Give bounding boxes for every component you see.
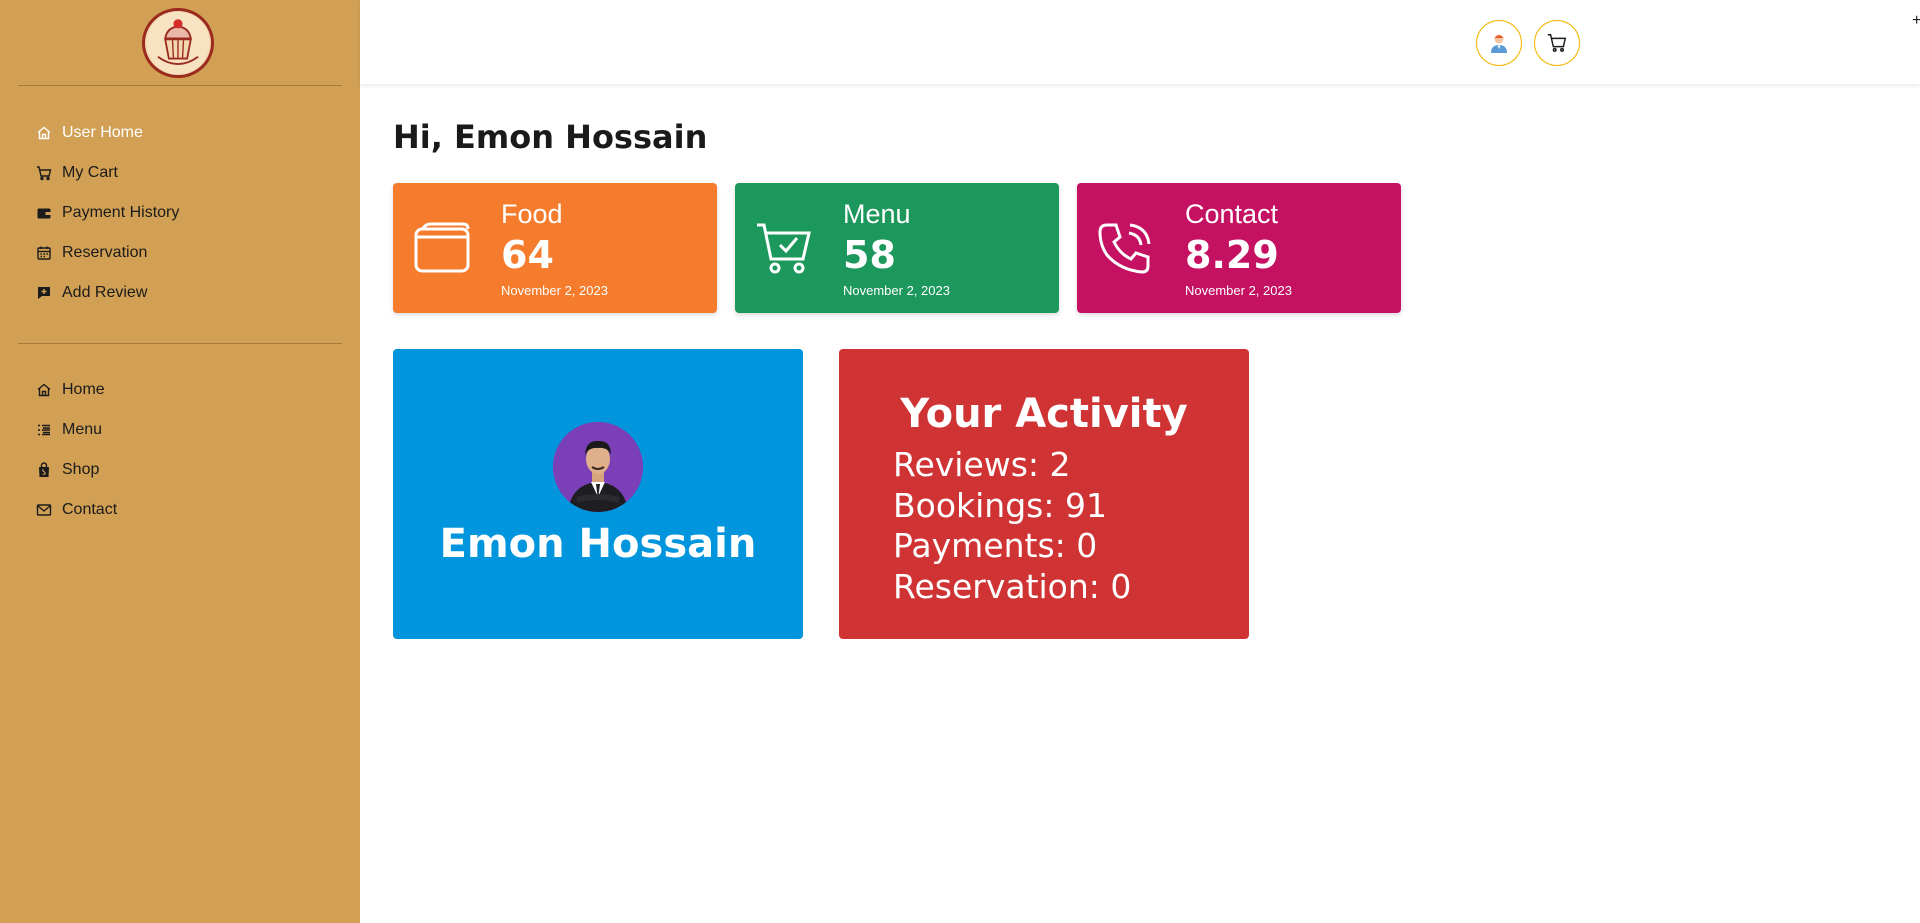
- phone-icon: [1097, 221, 1155, 275]
- dashboard-nav: User Home My Cart Payment History Reserv…: [36, 113, 179, 313]
- cart-count-badge: +12: [1912, 12, 1920, 29]
- sidebar-item-shop[interactable]: Shop: [36, 450, 117, 490]
- sidebar-item-label: Shop: [62, 461, 100, 478]
- activity-card: Your Activity Reviews: 2 Bookings: 91 Pa…: [839, 349, 1249, 639]
- sidebar-item-contact[interactable]: Contact: [36, 490, 117, 530]
- stat-card-menu[interactable]: Menu 58 November 2, 2023: [735, 183, 1059, 313]
- stat-date: November 2, 2023: [1185, 283, 1292, 298]
- sidebar-item-label: Menu: [62, 421, 103, 438]
- sidebar-item-label: Reservation: [62, 244, 148, 261]
- menu-list-icon: [36, 422, 52, 438]
- sidebar-item-menu[interactable]: Menu: [36, 410, 117, 450]
- app-root: User Home My Cart Payment History Reserv…: [0, 0, 1920, 923]
- calendar-icon: [36, 245, 52, 261]
- sidebar-item-label: User Home: [62, 124, 143, 141]
- sidebar-item-user-home[interactable]: User Home: [36, 113, 179, 153]
- page-greeting: Hi, Emon Hossain: [393, 118, 708, 156]
- avatar: [553, 422, 643, 512]
- activity-payments: Payments: 0: [893, 526, 1098, 565]
- activity-list: Reviews: 2 Bookings: 91 Payments: 0 Rese…: [893, 445, 1131, 607]
- stat-card-food[interactable]: Food 64 November 2, 2023: [393, 183, 717, 313]
- home-icon: [36, 125, 52, 141]
- cart-icon: [36, 165, 52, 181]
- sidebar-item-label: Add Review: [62, 284, 148, 301]
- wallet-icon: [413, 221, 471, 275]
- sidebar-item-home[interactable]: Home: [36, 370, 117, 410]
- sidebar-item-my-cart[interactable]: My Cart: [36, 153, 179, 193]
- stat-label: Contact: [1185, 199, 1279, 229]
- profile-card: Emon Hossain: [393, 349, 803, 639]
- wallet-icon: [36, 205, 52, 221]
- activity-reservation: Reservation: 0: [893, 566, 1132, 606]
- stat-date: November 2, 2023: [501, 283, 608, 298]
- sidebar-divider: [18, 343, 342, 344]
- envelope-icon: [36, 502, 52, 518]
- cart-icon: [1547, 34, 1567, 52]
- stat-value: 64: [501, 233, 554, 277]
- stat-value: 8.29: [1185, 233, 1279, 277]
- cupcake-logo-icon[interactable]: [142, 8, 214, 78]
- cart-button[interactable]: [1534, 20, 1580, 66]
- sidebar-item-reservation[interactable]: Reservation: [36, 233, 179, 273]
- sidebar-divider: [18, 85, 342, 86]
- top-bar: +12: [360, 0, 1920, 84]
- sidebar-item-label: Contact: [62, 501, 118, 518]
- activity-title: Your Activity: [900, 391, 1188, 437]
- stat-value: 58: [843, 233, 896, 277]
- user-avatar-icon: [1491, 34, 1507, 53]
- profile-name: Emon Hossain: [439, 521, 757, 567]
- sidebar-item-label: Payment History: [62, 204, 180, 221]
- sidebar-item-add-review[interactable]: Add Review: [36, 273, 179, 313]
- sidebar: User Home My Cart Payment History Reserv…: [0, 0, 360, 923]
- sidebar-item-label: Home: [62, 381, 105, 398]
- cart-check-icon: [755, 221, 813, 275]
- shopping-bag-icon: [36, 462, 52, 478]
- sidebar-item-payment-history[interactable]: Payment History: [36, 193, 179, 233]
- stat-label: Food: [501, 199, 563, 229]
- home-icon: [36, 382, 52, 398]
- stat-card-contact[interactable]: Contact 8.29 November 2, 2023: [1077, 183, 1401, 313]
- sidebar-item-label: My Cart: [62, 164, 118, 181]
- activity-reviews: Reviews: 2: [893, 445, 1071, 484]
- stat-date: November 2, 2023: [843, 283, 950, 298]
- stat-label: Menu: [843, 199, 911, 229]
- review-icon: [36, 285, 52, 301]
- user-avatar-button[interactable]: [1476, 20, 1522, 66]
- activity-bookings: Bookings: 91: [893, 485, 1107, 525]
- site-nav: Home Menu Shop Contact: [36, 370, 117, 530]
